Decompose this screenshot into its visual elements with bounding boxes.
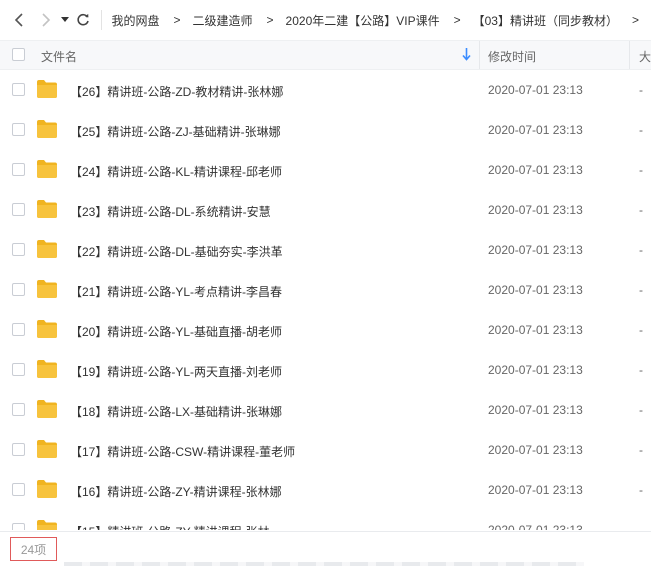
file-row[interactable]: 【18】精讲班-公路-LX-基础精讲-张琳娜 2020-07-01 23:13 - <box>0 390 651 430</box>
select-all-checkbox[interactable] <box>12 48 25 61</box>
file-name[interactable]: 【25】精讲班-公路-ZJ-基础精讲-张琳娜 <box>70 123 281 140</box>
row-checkbox[interactable] <box>12 283 25 296</box>
breadcrumb-separator: > <box>631 13 639 27</box>
file-size: - <box>639 483 643 497</box>
file-row[interactable]: 【22】精讲班-公路-DL-基础夯实-李洪革 2020-07-01 23:13 - <box>0 230 651 270</box>
file-modified-time: 2020-07-01 23:13 <box>488 163 583 177</box>
row-checkbox[interactable] <box>12 163 25 176</box>
toolbar-divider <box>100 10 102 30</box>
row-checkbox[interactable] <box>12 483 25 496</box>
file-name[interactable]: 【18】精讲班-公路-LX-基础精讲-张琳娜 <box>70 403 282 420</box>
breadcrumb-item-3[interactable]: 【03】精讲班（同步教材） <box>473 12 618 29</box>
status-bar: 24项 <box>0 531 651 566</box>
file-list: 【26】精讲班-公路-ZD-教材精讲-张林娜 2020-07-01 23:13- 【… <box>0 70 651 530</box>
folder-icon <box>37 320 57 338</box>
column-header-size[interactable]: 大 <box>639 48 651 65</box>
breadcrumb-item-2[interactable]: 2020年二建【公路】VIP课件 <box>286 12 440 29</box>
file-modified-time: 2020-07-01 23:13 <box>488 83 583 97</box>
folder-icon <box>37 400 57 418</box>
row-checkbox[interactable] <box>12 443 25 456</box>
breadcrumb-item-0[interactable]: 我的网盘 <box>111 12 159 29</box>
file-name[interactable]: 【19】精讲班-公路-YL-两天直播-刘老师 <box>70 363 282 380</box>
file-name[interactable]: 【20】精讲班-公路-YL-基础直播-胡老师 <box>70 323 282 340</box>
file-row[interactable]: 【19】精讲班-公路-YL-两天直播-刘老师 2020-07-01 23:13 - <box>0 350 651 390</box>
file-row[interactable]: 【21】精讲班-公路-YL-考点精讲-李昌春 2020-07-01 23:13 - <box>0 270 651 310</box>
file-name[interactable]: 【26】精讲班-公路-ZD-教材精讲-张林娜 <box>70 83 283 100</box>
file-list-header: 文件名 修改时间 大 <box>0 40 651 70</box>
file-row[interactable]: 【23】精讲班-公路-DL-系统精讲-安慧 2020-07-01 23:13 - <box>0 190 651 230</box>
row-checkbox[interactable] <box>12 523 25 530</box>
file-size: - <box>639 443 643 457</box>
refresh-icon[interactable] <box>73 9 92 31</box>
folder-icon <box>37 200 57 218</box>
file-modified-time: 2020-07-01 23:13 <box>488 363 583 377</box>
file-name[interactable]: 【21】精讲班-公路-YL-考点精讲-李昌春 <box>70 283 282 300</box>
file-row[interactable]: 【17】精讲班-公路-CSW-精讲课程-董老师 2020-07-01 23:13 - <box>0 430 651 470</box>
file-name[interactable]: 【22】精讲班-公路-DL-基础夯实-李洪革 <box>70 243 283 260</box>
file-size: - <box>639 163 643 177</box>
row-checkbox[interactable] <box>12 403 25 416</box>
file-size: - <box>639 243 643 257</box>
folder-icon <box>37 280 57 298</box>
breadcrumb-separator: > <box>173 13 181 27</box>
file-name[interactable]: 【15】精讲班-公路-ZY-精讲课程-张林 <box>70 523 270 530</box>
file-row[interactable]: 【16】精讲班-公路-ZY-精讲课程-张林娜 2020-07-01 23:13 - <box>0 470 651 510</box>
row-checkbox[interactable] <box>12 203 25 216</box>
breadcrumb: 我的网盘 > 二级建造师 > 2020年二建【公路】VIP课件 > 【03】精讲… <box>111 12 651 29</box>
file-modified-time: 2020-07-01 23:13 <box>488 523 583 530</box>
file-name[interactable]: 【16】精讲班-公路-ZY-精讲课程-张林娜 <box>70 483 282 500</box>
file-size: - <box>639 203 643 217</box>
file-modified-time: 2020-07-01 23:13 <box>488 443 583 457</box>
status-bar-decoration <box>64 562 584 566</box>
item-count: 24项 <box>10 537 57 561</box>
file-size: - <box>639 523 643 530</box>
file-modified-time: 2020-07-01 23:13 <box>488 483 583 497</box>
file-modified-time: 2020-07-01 23:13 <box>488 323 583 337</box>
folder-icon <box>37 120 57 138</box>
breadcrumb-item-1[interactable]: 二级建造师 <box>193 12 253 29</box>
file-name[interactable]: 【23】精讲班-公路-DL-系统精讲-安慧 <box>70 203 271 220</box>
column-header-modified[interactable]: 修改时间 <box>488 48 536 65</box>
breadcrumb-separator: > <box>453 13 461 27</box>
file-name[interactable]: 【17】精讲班-公路-CSW-精讲课程-董老师 <box>70 443 295 460</box>
file-modified-time: 2020-07-01 23:13 <box>488 243 583 257</box>
row-checkbox[interactable] <box>12 83 25 96</box>
toolbar: 我的网盘 > 二级建造师 > 2020年二建【公路】VIP课件 > 【03】精讲… <box>0 0 651 40</box>
file-size: - <box>639 363 643 377</box>
file-name[interactable]: 【24】精讲班-公路-KL-精讲课程-邱老师 <box>70 163 282 180</box>
folder-icon <box>37 440 57 458</box>
row-checkbox[interactable] <box>12 243 25 256</box>
sort-down-icon[interactable] <box>462 47 471 64</box>
folder-icon <box>37 360 57 378</box>
file-modified-time: 2020-07-01 23:13 <box>488 283 583 297</box>
file-row[interactable]: 【25】精讲班-公路-ZJ-基础精讲-张琳娜 2020-07-01 23:13 - <box>0 110 651 150</box>
file-size: - <box>639 83 643 97</box>
file-row[interactable]: 【15】精讲班-公路-ZY-精讲课程-张林 2020-07-01 23:13 - <box>0 510 651 530</box>
file-row[interactable]: 【26】精讲班-公路-ZD-教材精讲-张林娜 2020-07-01 23:13 - <box>0 70 651 110</box>
file-row[interactable]: 【24】精讲班-公路-KL-精讲课程-邱老师 2020-07-01 23:13 - <box>0 150 651 190</box>
folder-icon <box>37 160 57 178</box>
folder-icon <box>37 480 57 498</box>
folder-icon <box>37 80 57 98</box>
folder-icon <box>37 240 57 258</box>
file-modified-time: 2020-07-01 23:13 <box>488 123 583 137</box>
folder-icon <box>37 520 57 530</box>
row-checkbox[interactable] <box>12 123 25 136</box>
file-size: - <box>639 403 643 417</box>
column-divider[interactable] <box>479 41 480 69</box>
row-checkbox[interactable] <box>12 323 25 336</box>
file-modified-time: 2020-07-01 23:13 <box>488 403 583 417</box>
caret-down-icon[interactable] <box>59 9 71 31</box>
file-size: - <box>639 123 643 137</box>
chevron-left-icon[interactable] <box>9 9 28 31</box>
file-modified-time: 2020-07-01 23:13 <box>488 203 583 217</box>
breadcrumb-separator: > <box>266 13 274 27</box>
column-divider[interactable] <box>629 41 630 69</box>
row-checkbox[interactable] <box>12 363 25 376</box>
chevron-right-icon[interactable] <box>36 9 55 31</box>
file-size: - <box>639 283 643 297</box>
file-row[interactable]: 【20】精讲班-公路-YL-基础直播-胡老师 2020-07-01 23:13 - <box>0 310 651 350</box>
file-size: - <box>639 323 643 337</box>
column-header-name[interactable]: 文件名 <box>41 48 77 65</box>
